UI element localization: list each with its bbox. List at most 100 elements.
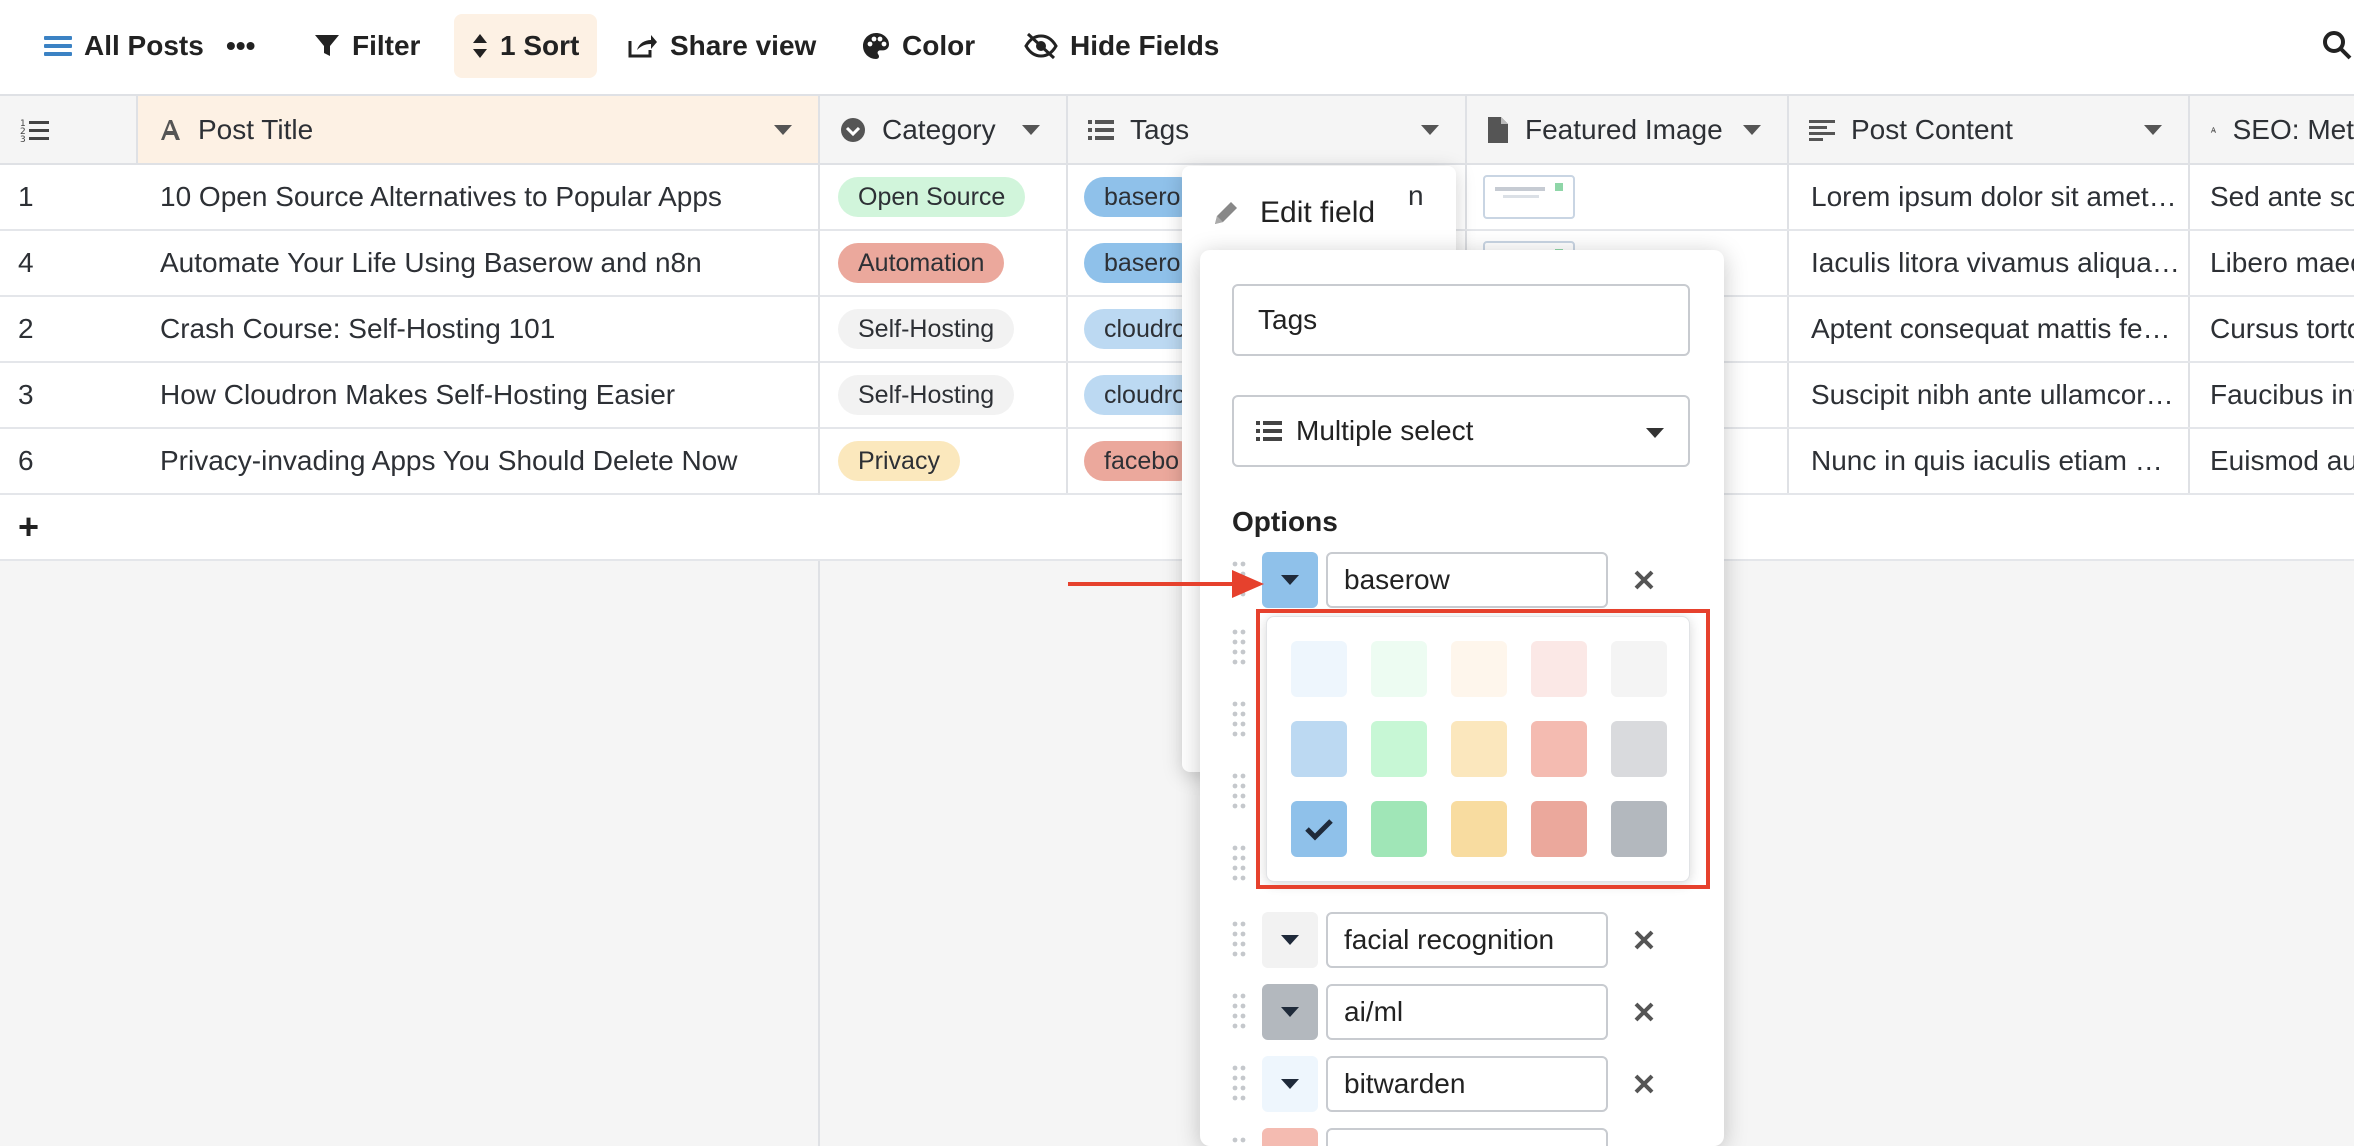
drag-handle-icon[interactable] bbox=[1232, 1064, 1246, 1104]
table-row[interactable]: 1 10 Open Source Alternatives to Popular … bbox=[0, 165, 2354, 231]
post-title-cell[interactable]: How Cloudron Makes Self-Hosting Easier bbox=[138, 363, 820, 427]
post-title-cell[interactable]: Automate Your Life Using Baserow and n8n bbox=[138, 231, 820, 295]
drag-handle-icon[interactable] bbox=[1232, 700, 1246, 740]
category-cell[interactable]: Open Source bbox=[820, 165, 1068, 229]
option-value-input[interactable]: bitwarden bbox=[1326, 1056, 1608, 1112]
drag-handle-icon[interactable] bbox=[1232, 772, 1246, 812]
option-value-input[interactable]: ai/ml bbox=[1326, 984, 1608, 1040]
chevron-down-icon bbox=[1281, 575, 1299, 585]
seo-cell[interactable]: Faucibus int bbox=[2190, 363, 2354, 427]
option-value-input[interactable]: baserow bbox=[1326, 552, 1608, 608]
option-value-input[interactable] bbox=[1326, 1128, 1608, 1146]
drag-handle-icon[interactable] bbox=[1232, 844, 1246, 884]
image-thumbnail[interactable] bbox=[1483, 175, 1575, 219]
search-icon bbox=[2323, 31, 2352, 60]
search-button[interactable] bbox=[2322, 30, 2352, 60]
remove-option-icon[interactable] bbox=[1632, 928, 1656, 952]
column-title: Category bbox=[882, 113, 996, 145]
row-id: 4 bbox=[18, 247, 34, 278]
hide-fields-label: Hide Fields bbox=[1070, 30, 1220, 61]
seo-cell[interactable]: Euismod aue bbox=[2190, 429, 2354, 493]
post-title-text: 10 Open Source Alternatives to Popular A… bbox=[160, 181, 722, 212]
filter-label: Filter bbox=[352, 30, 421, 61]
hide-fields-button[interactable]: Hide Fields bbox=[1006, 14, 1237, 78]
edit-field-menu-item[interactable]: Edit field bbox=[1212, 196, 1375, 230]
remove-option-icon[interactable] bbox=[1632, 1072, 1656, 1096]
share-view-button[interactable]: Share view bbox=[610, 14, 834, 78]
post-content-cell[interactable]: Lorem ipsum dolor sit amet… bbox=[1789, 165, 2190, 229]
menu-peek-text: n bbox=[1408, 180, 1424, 211]
multiple-select-icon bbox=[1256, 421, 1282, 441]
row-count-header[interactable]: 123 bbox=[0, 96, 138, 163]
post-content-cell[interactable]: Nunc in quis iaculis etiam … bbox=[1789, 429, 2190, 493]
grid-empty-area bbox=[0, 561, 2354, 1146]
multiple-select-icon bbox=[1088, 119, 1114, 140]
drag-handle-icon[interactable] bbox=[1232, 920, 1246, 960]
remove-option-icon[interactable] bbox=[1632, 1000, 1656, 1024]
column-title: Post Content bbox=[1851, 113, 2013, 145]
color-button[interactable]: Color bbox=[844, 14, 993, 78]
post-content-cell[interactable]: Iaculis litora vivamus aliqua… bbox=[1789, 231, 2190, 295]
remove-option-icon[interactable] bbox=[1632, 568, 1656, 592]
option-color-button[interactable] bbox=[1262, 984, 1318, 1040]
drag-handle-icon[interactable] bbox=[1232, 628, 1246, 668]
chevron-down-icon[interactable] bbox=[774, 125, 792, 135]
annotation-highlight-box bbox=[1256, 609, 1710, 889]
sort-button[interactable]: 1 Sort bbox=[454, 14, 598, 78]
seo-text: Euismod aue bbox=[2210, 445, 2354, 476]
post-content-cell[interactable]: Suscipit nibh ante ullamcor… bbox=[1789, 363, 2190, 427]
post-content-text: Aptent consequat mattis fe… bbox=[1811, 313, 2171, 344]
category-badge: Automation bbox=[838, 243, 1005, 283]
chevron-down-icon[interactable] bbox=[1421, 125, 1439, 135]
file-icon bbox=[1488, 116, 1508, 143]
select-option-row bbox=[1232, 1128, 1712, 1146]
table-row[interactable]: 4 Automate Your Life Using Baserow and n8… bbox=[0, 231, 2354, 297]
table-row[interactable]: 3 How Cloudron Makes Self-Hosting Easier S… bbox=[0, 363, 2354, 429]
category-cell[interactable]: Automation bbox=[820, 231, 1068, 295]
column-header-tags[interactable]: Tags bbox=[1068, 96, 1467, 163]
option-value-input[interactable]: facial recognition bbox=[1326, 912, 1608, 968]
post-title-cell[interactable]: 10 Open Source Alternatives to Popular A… bbox=[138, 165, 820, 229]
filter-button[interactable]: Filter bbox=[296, 14, 438, 78]
column-header-post-title[interactable]: Post Title bbox=[138, 96, 820, 163]
category-badge: Self-Hosting bbox=[838, 309, 1015, 349]
category-cell[interactable]: Self-Hosting bbox=[820, 297, 1068, 361]
post-content-cell[interactable]: Aptent consequat mattis fe… bbox=[1789, 297, 2190, 361]
view-selector[interactable]: All Posts bbox=[26, 14, 222, 78]
post-title-text: How Cloudron Makes Self-Hosting Easier bbox=[160, 379, 676, 410]
chevron-down-icon[interactable] bbox=[2144, 125, 2162, 135]
column-header-seo[interactable]: SEO: Met bbox=[2190, 96, 2354, 163]
add-row[interactable]: + bbox=[0, 495, 2354, 561]
chevron-down-icon[interactable] bbox=[1022, 125, 1040, 135]
view-more-button[interactable]: ••• bbox=[208, 14, 273, 78]
table-row[interactable]: 6 Privacy-invading Apps You Should Delete… bbox=[0, 429, 2354, 495]
category-cell[interactable]: Self-Hosting bbox=[820, 363, 1068, 427]
seo-text: Libero maec bbox=[2210, 247, 2354, 278]
drag-handle-icon[interactable] bbox=[1232, 992, 1246, 1032]
view-name: All Posts bbox=[84, 30, 204, 61]
post-title-cell[interactable]: Privacy-invading Apps You Should Delete … bbox=[138, 429, 820, 493]
column-header-post-content[interactable]: Post Content bbox=[1789, 96, 2190, 163]
option-color-button[interactable] bbox=[1262, 552, 1318, 608]
option-color-button[interactable] bbox=[1262, 912, 1318, 968]
chevron-down-icon[interactable] bbox=[1743, 125, 1761, 135]
field-type-select[interactable]: Multiple select bbox=[1232, 395, 1690, 467]
seo-cell[interactable]: Cursus torto bbox=[2190, 297, 2354, 361]
post-content-text: Lorem ipsum dolor sit amet… bbox=[1811, 181, 2177, 212]
category-badge: Privacy bbox=[838, 441, 960, 481]
hamburger-icon bbox=[44, 36, 72, 56]
featured-image-cell[interactable] bbox=[1467, 165, 1789, 229]
table-row[interactable]: 2 Crash Course: Self-Hosting 101 Self-Host… bbox=[0, 297, 2354, 363]
seo-cell[interactable]: Libero maec bbox=[2190, 231, 2354, 295]
plus-icon[interactable]: + bbox=[18, 495, 39, 559]
option-color-button[interactable] bbox=[1262, 1056, 1318, 1112]
category-cell[interactable]: Privacy bbox=[820, 429, 1068, 493]
drag-handle-icon[interactable] bbox=[1232, 1136, 1246, 1146]
seo-cell[interactable]: Sed ante soc bbox=[2190, 165, 2354, 229]
column-header-category[interactable]: Category bbox=[820, 96, 1068, 163]
post-title-cell[interactable]: Crash Course: Self-Hosting 101 bbox=[138, 297, 820, 361]
option-color-button[interactable] bbox=[1262, 1128, 1318, 1146]
column-title: Tags bbox=[1130, 113, 1190, 145]
column-header-featured-image[interactable]: Featured Image bbox=[1467, 96, 1789, 163]
field-name-input[interactable]: Tags bbox=[1232, 284, 1690, 356]
